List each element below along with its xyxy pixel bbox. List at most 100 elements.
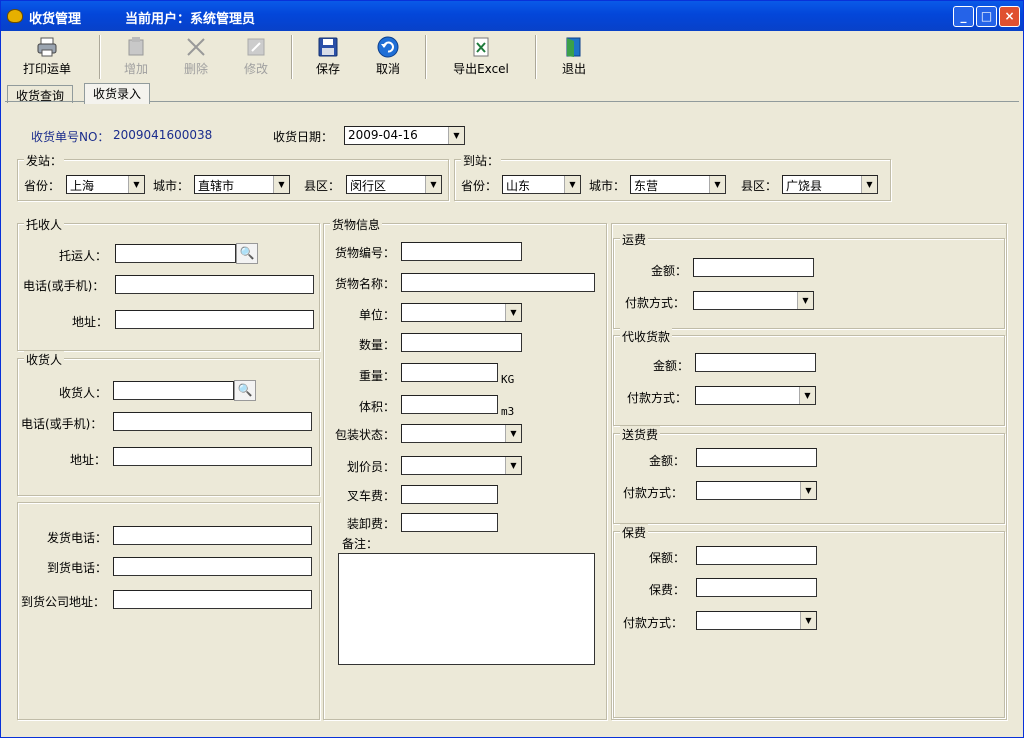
loading-fee-input[interactable] [401,513,498,532]
toolbar-separator [535,35,537,79]
origin-city-label: 城市： [153,179,190,193]
cod-pay-select[interactable]: ▼ [695,386,816,405]
receiver-address-label: 地址： [70,453,107,467]
forklift-fee-label: 叉车费： [347,489,396,503]
chevron-down-icon[interactable]: ▼ [505,457,521,474]
app-window: 收货管理 当前用户：系统管理员 _ □ × 打印运单 增加 删除 修改 保存 取… [0,0,1024,738]
goods-code-input[interactable] [401,242,522,261]
goods-weight-label: 重量： [359,369,396,383]
printer-icon [36,36,58,58]
receiver-name-label: 收货人： [59,386,108,400]
chevron-down-icon[interactable]: ▼ [861,176,877,193]
cod-group: 代收货款 [613,328,1005,426]
chevron-down-icon[interactable]: ▼ [425,176,441,193]
origin-city-select[interactable]: 直辖市 ▼ [194,175,290,194]
edit-button[interactable]: 修改 [231,31,281,81]
goods-name-input[interactable] [401,273,595,292]
delivery-pay-label: 付款方式： [623,486,684,500]
exit-button[interactable]: 退出 [549,31,599,81]
arrive-address-input[interactable] [113,590,312,609]
order-number-value: 2009041600038 [113,128,213,142]
freight-amount-input[interactable] [693,258,814,277]
origin-province-label: 省份： [24,179,61,193]
title-bar[interactable]: 收货管理 当前用户：系统管理员 _ □ × [1,1,1023,31]
chevron-down-icon[interactable]: ▼ [797,292,813,309]
dest-province-label: 省份： [461,179,498,193]
receiver-name-input[interactable] [113,381,234,400]
goods-code-label: 货物编号： [335,246,396,260]
toolbar-separator [99,35,101,79]
origin-province-select[interactable]: 上海 ▼ [66,175,145,194]
goods-qty-input[interactable] [401,333,522,352]
cod-amount-input[interactable] [695,353,816,372]
chevron-down-icon[interactable]: ▼ [799,387,815,404]
cod-pay-label: 付款方式： [627,391,688,405]
shipper-name-input[interactable] [115,244,236,263]
chevron-down-icon[interactable]: ▼ [273,176,289,193]
weight-unit-label: KG [501,373,515,386]
receipt-date-picker[interactable]: 2009-04-16 ▼ [344,126,465,145]
insured-amount-label: 保额： [649,551,686,565]
receiver-phone-label: 电话(或手机)： [21,417,103,431]
goods-unit-select[interactable]: ▼ [401,303,522,322]
send-phone-input[interactable] [113,526,312,545]
insurance-pay-label: 付款方式： [623,616,684,630]
insurance-pay-select[interactable]: ▼ [696,611,817,630]
receiver-address-input[interactable] [113,447,312,466]
dest-city-select[interactable]: 东营 ▼ [630,175,726,194]
exit-door-icon [563,36,585,58]
arrive-phone-label: 到货电话： [47,561,108,575]
delivery-amount-input[interactable] [696,448,817,467]
chevron-down-icon[interactable]: ▼ [564,176,580,193]
toolbar-separator [291,35,293,79]
chevron-down-icon[interactable]: ▼ [128,176,144,193]
maximize-button[interactable]: □ [976,6,997,27]
dest-province-select[interactable]: 山东 ▼ [502,175,581,194]
insured-amount-input[interactable] [696,546,817,565]
receiver-phone-input[interactable] [113,412,312,431]
shipper-lookup-button[interactable]: 🔍 [236,243,258,264]
toolbar: 打印运单 增加 删除 修改 保存 取消 导出Excel 退出 [3,31,1021,83]
freight-amount-label: 金额： [651,264,688,278]
tab-receipt-entry[interactable]: 收货录入 [84,83,151,104]
add-button[interactable]: 增加 [111,31,161,81]
freight-pay-select[interactable]: ▼ [693,291,814,310]
loading-fee-label: 装卸费： [347,517,396,531]
close-button[interactable]: × [999,6,1020,27]
forklift-fee-input[interactable] [401,485,498,504]
save-button[interactable]: 保存 [303,31,353,81]
cancel-button[interactable]: 取消 [363,31,413,81]
delete-button[interactable]: 删除 [171,31,221,81]
goods-volume-input[interactable] [401,395,498,414]
premium-label: 保费： [649,583,686,597]
chevron-down-icon[interactable]: ▼ [505,304,521,321]
chevron-down-icon[interactable]: ▼ [800,612,816,629]
chevron-down-icon[interactable]: ▼ [800,482,816,499]
export-excel-button[interactable]: 导出Excel [443,31,519,81]
add-icon [125,36,147,58]
dest-district-select[interactable]: 广饶县 ▼ [782,175,878,194]
goods-weight-input[interactable] [401,363,498,382]
shipper-address-input[interactable] [115,310,314,329]
arrive-address-label: 到货公司地址： [21,595,106,609]
receiver-lookup-button[interactable]: 🔍 [234,380,256,401]
packaging-label: 包装状态： [335,428,396,442]
minimize-button[interactable]: _ [953,6,974,27]
chevron-down-icon[interactable]: ▼ [448,127,464,144]
notes-textarea[interactable] [338,553,595,665]
shipper-phone-input[interactable] [115,275,314,294]
send-phone-label: 发货电话： [47,531,108,545]
chevron-down-icon[interactable]: ▼ [505,425,521,442]
volume-unit-label: m3 [501,405,515,418]
goods-volume-label: 体积： [359,400,396,414]
chevron-down-icon[interactable]: ▼ [709,176,725,193]
packaging-select[interactable]: ▼ [401,424,522,443]
edit-icon [245,36,267,58]
print-waybill-button[interactable]: 打印运单 [15,31,79,81]
premium-input[interactable] [696,578,817,597]
origin-district-select[interactable]: 闵行区 ▼ [346,175,442,194]
delivery-pay-select[interactable]: ▼ [696,481,817,500]
delivery-amount-label: 金额： [649,454,686,468]
arrive-phone-input[interactable] [113,557,312,576]
pricer-select[interactable]: ▼ [401,456,522,475]
